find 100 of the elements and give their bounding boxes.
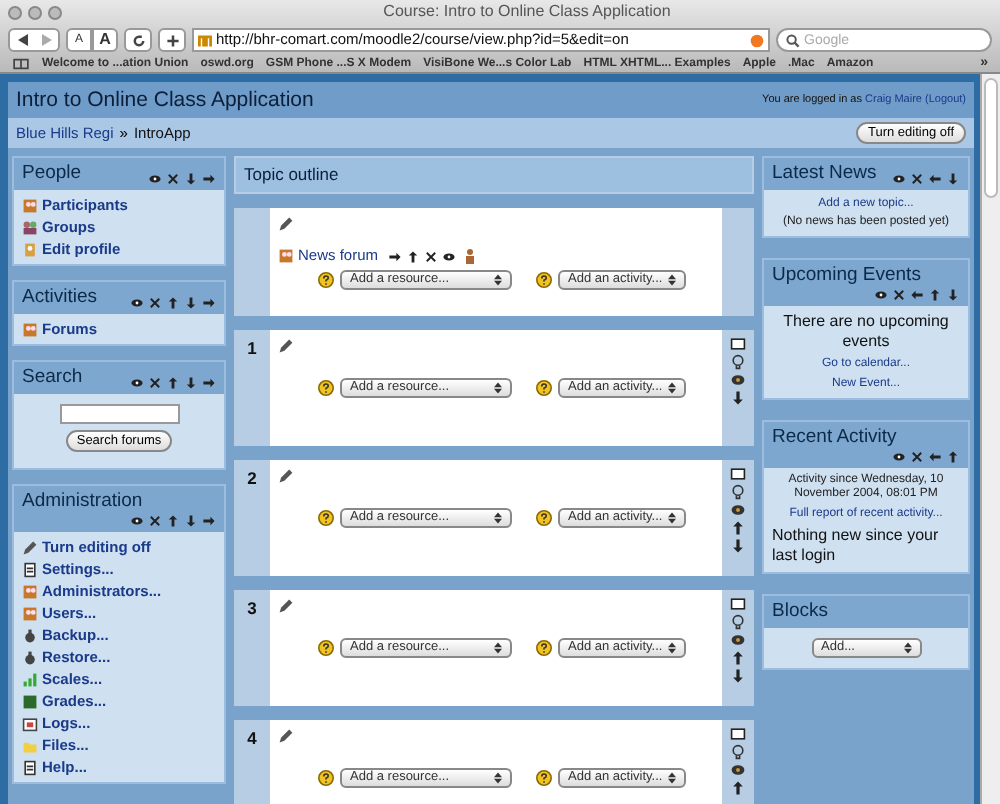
lightbulb-icon[interactable] bbox=[730, 484, 746, 500]
bottle-icon bbox=[22, 649, 38, 665]
lightbulb-icon[interactable] bbox=[730, 354, 746, 370]
help-icon[interactable] bbox=[536, 510, 552, 526]
section-number: 4 bbox=[247, 728, 257, 752]
square-icon[interactable] bbox=[730, 726, 746, 742]
section-number: 3 bbox=[247, 598, 257, 622]
people-icon bbox=[278, 248, 294, 264]
left-arrow-icon[interactable] bbox=[928, 172, 942, 186]
people-icon bbox=[22, 197, 38, 213]
help-icon[interactable] bbox=[318, 510, 334, 526]
eye-icon[interactable] bbox=[130, 296, 144, 310]
eye-icon[interactable] bbox=[442, 249, 457, 263]
stepper-icon bbox=[668, 642, 676, 654]
block-text: There are no upcoming events bbox=[781, 312, 951, 352]
font-size-button[interactable]: A bbox=[92, 28, 118, 52]
close-icon[interactable] bbox=[910, 450, 924, 464]
help-icon[interactable] bbox=[536, 272, 552, 288]
group-icon bbox=[22, 219, 38, 235]
section-number: 1 bbox=[247, 338, 257, 362]
close-icon[interactable] bbox=[148, 376, 162, 390]
eye-icon[interactable] bbox=[730, 762, 746, 778]
document-icon bbox=[22, 561, 38, 577]
right-arrow-icon[interactable] bbox=[388, 249, 403, 263]
up-arrow-icon[interactable] bbox=[166, 376, 180, 390]
close-icon[interactable] bbox=[148, 296, 162, 310]
bar-chart-icon bbox=[22, 671, 38, 687]
add-bookmark-button[interactable] bbox=[158, 28, 186, 52]
eye-icon[interactable] bbox=[730, 502, 746, 518]
close-icon[interactable] bbox=[910, 172, 924, 186]
stepper-icon bbox=[494, 274, 502, 286]
book-icon[interactable] bbox=[12, 58, 30, 70]
up-arrow-icon[interactable] bbox=[166, 514, 180, 528]
reload-button[interactable] bbox=[124, 28, 152, 52]
folder-icon bbox=[22, 737, 38, 753]
right-arrow-icon[interactable] bbox=[202, 172, 216, 186]
right-arrow-icon[interactable] bbox=[202, 514, 216, 528]
help-icon[interactable] bbox=[318, 380, 334, 396]
down-arrow-icon[interactable] bbox=[730, 668, 746, 684]
back-arrow-icon bbox=[17, 34, 27, 46]
rss-icon[interactable] bbox=[750, 33, 764, 47]
close-icon[interactable] bbox=[892, 288, 906, 302]
stepper-icon bbox=[494, 642, 502, 654]
eye-icon[interactable] bbox=[130, 376, 144, 390]
scrollbar[interactable] bbox=[980, 74, 1000, 804]
back-forward-button[interactable] bbox=[8, 28, 60, 52]
down-arrow-icon[interactable] bbox=[730, 390, 746, 406]
reload-icon bbox=[131, 33, 145, 47]
left-arrow-icon[interactable] bbox=[910, 288, 924, 302]
up-arrow-icon[interactable] bbox=[730, 780, 746, 796]
square-icon[interactable] bbox=[730, 336, 746, 352]
person-icon[interactable] bbox=[464, 248, 477, 264]
up-arrow-icon[interactable] bbox=[166, 296, 180, 310]
section-number: 2 bbox=[247, 468, 257, 492]
eye-icon[interactable] bbox=[148, 172, 162, 186]
people-icon bbox=[22, 605, 38, 621]
up-arrow-icon[interactable] bbox=[928, 288, 942, 302]
up-arrow-icon[interactable] bbox=[730, 650, 746, 666]
help-icon[interactable] bbox=[536, 640, 552, 656]
eye-icon[interactable] bbox=[730, 372, 746, 388]
grid-icon bbox=[22, 693, 38, 709]
window-title: Course: Intro to Online Class Application bbox=[381, 2, 673, 22]
lightbulb-icon[interactable] bbox=[730, 614, 746, 630]
down-arrow-icon[interactable] bbox=[946, 288, 960, 302]
eye-icon[interactable] bbox=[130, 514, 144, 528]
down-arrow-icon[interactable] bbox=[184, 172, 198, 186]
eye-icon[interactable] bbox=[892, 450, 906, 464]
up-arrow-icon[interactable] bbox=[730, 520, 746, 536]
right-arrow-icon[interactable] bbox=[202, 296, 216, 310]
up-arrow-icon[interactable] bbox=[946, 450, 960, 464]
square-icon[interactable] bbox=[730, 466, 746, 482]
people-icon bbox=[22, 321, 38, 337]
stepper-icon bbox=[668, 274, 676, 286]
up-arrow-icon[interactable] bbox=[406, 249, 421, 263]
eye-icon[interactable] bbox=[730, 632, 746, 648]
square-icon[interactable] bbox=[730, 596, 746, 612]
left-arrow-icon[interactable] bbox=[928, 450, 942, 464]
help-icon[interactable] bbox=[318, 272, 334, 288]
down-arrow-icon[interactable] bbox=[184, 376, 198, 390]
pencil-icon bbox=[278, 728, 294, 744]
down-arrow-icon[interactable] bbox=[184, 296, 198, 310]
eye-icon[interactable] bbox=[874, 288, 888, 302]
stepper-icon bbox=[494, 772, 502, 784]
help-icon[interactable] bbox=[318, 770, 334, 786]
help-icon[interactable] bbox=[536, 770, 552, 786]
down-arrow-icon[interactable] bbox=[730, 538, 746, 554]
help-icon[interactable] bbox=[536, 380, 552, 396]
right-arrow-icon[interactable] bbox=[202, 376, 216, 390]
pencil-icon bbox=[278, 468, 294, 484]
help-icon[interactable] bbox=[318, 640, 334, 656]
search-input[interactable] bbox=[59, 404, 179, 424]
eye-icon[interactable] bbox=[892, 172, 906, 186]
down-arrow-icon[interactable] bbox=[946, 172, 960, 186]
close-icon[interactable] bbox=[148, 514, 162, 528]
block-title: Blocks bbox=[772, 600, 828, 624]
lightbulb-icon[interactable] bbox=[730, 744, 746, 760]
profile-icon bbox=[22, 241, 38, 257]
close-icon[interactable] bbox=[166, 172, 180, 186]
close-icon[interactable] bbox=[424, 249, 439, 263]
down-arrow-icon[interactable] bbox=[184, 514, 198, 528]
